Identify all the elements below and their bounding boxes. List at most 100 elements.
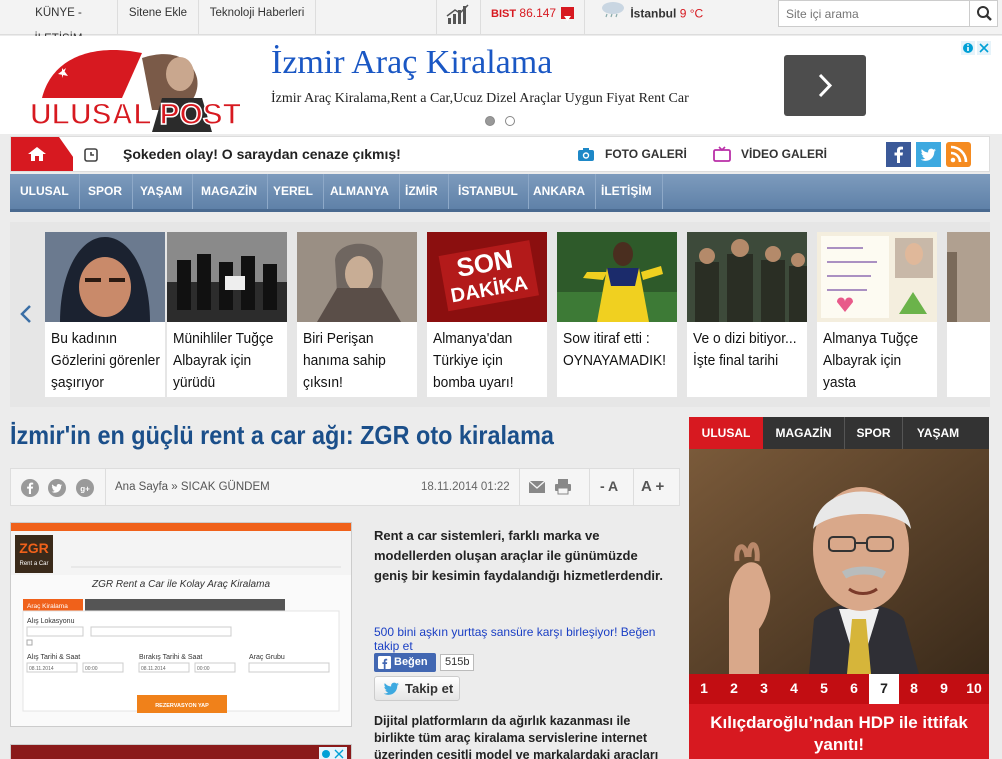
image-heading: ZGR Rent a Car ile Kolay Araç Kiralama: [91, 579, 270, 590]
down-arrow-icon: [561, 6, 575, 21]
email-icon[interactable]: [528, 480, 546, 494]
pager-4[interactable]: 4: [779, 674, 809, 704]
weather-widget[interactable]: İstanbul 9 °C: [584, 0, 778, 34]
slider-card-7[interactable]: Almanya Tuğçe Albayrak için yasta: [817, 232, 937, 397]
font-increase-button[interactable]: A +: [641, 478, 664, 495]
bist-label: BIST: [491, 8, 517, 20]
breaking-headline[interactable]: Şokeden olay! O saraydan cenaze çıkmış!: [123, 146, 401, 162]
rss-icon[interactable]: [946, 142, 971, 167]
temperature: 9 °C: [679, 6, 704, 21]
search-input[interactable]: [779, 1, 969, 26]
twitter-bird-icon: [383, 682, 399, 695]
nav-item-magazin[interactable]: MAGAZİN: [191, 174, 268, 209]
follow-promo-link[interactable]: 500 bini aşkın yurttaş sansüre karşı bir…: [374, 625, 684, 653]
video-icon: [713, 146, 731, 162]
pager-10[interactable]: 10: [959, 674, 989, 704]
bist-indicator[interactable]: BIST 86.147: [480, 0, 584, 34]
rentacar-logo-text: Rent a Car: [19, 561, 48, 567]
font-decrease-button[interactable]: - A: [600, 478, 618, 494]
breaking-news-bar: Şokeden olay! O saraydan cenaze çıkmış! …: [10, 136, 990, 172]
slider-thumb-6: [687, 232, 807, 322]
twitter-icon[interactable]: [916, 142, 941, 167]
headline-pager: 1 2 3 4 5 6 7 8 9 10: [689, 674, 989, 704]
article-image: ZGR Rent a Car ZGR Rent a Car ile Kolay …: [10, 522, 352, 727]
video-gallery-link[interactable]: VİDEO GALERİ: [741, 147, 827, 161]
tab-ulusal[interactable]: ULUSAL: [689, 417, 763, 449]
toolbar-divider: [633, 469, 634, 505]
site-logo[interactable]: ULUSAL POST: [22, 38, 246, 132]
breadcrumb-section-link[interactable]: » SICAK GÜNDEM: [171, 481, 269, 493]
pager-2[interactable]: 2: [719, 674, 749, 704]
pager-3[interactable]: 3: [749, 674, 779, 704]
headline-caption[interactable]: Kılıçdaroğlu’ndan HDP ile ittifak yanıtı…: [689, 704, 989, 759]
ad-dot-1[interactable]: [485, 116, 495, 126]
slider-prev-button[interactable]: [10, 302, 40, 326]
ad-dot-2[interactable]: [505, 116, 515, 126]
weather-cloud-icon: [599, 0, 627, 27]
ad-description[interactable]: İzmir Araç Kiralama,Rent a Car,Ucuz Dize…: [271, 91, 689, 107]
kunye-iletisim-link[interactable]: KÜNYE - İLETİŞİM: [0, 0, 118, 45]
nav-item-yerel[interactable]: YEREL: [263, 174, 325, 209]
facebook-like-button[interactable]: Beğen: [374, 653, 436, 672]
pager-5[interactable]: 5: [809, 674, 839, 704]
slider-card-6[interactable]: Ve o dizi bitiyor... İşte final tarihi: [687, 232, 807, 397]
sitene-ekle-link[interactable]: Sitene Ekle: [118, 0, 199, 34]
pager-8[interactable]: 8: [899, 674, 929, 704]
nav-item-izmir[interactable]: İZMİR: [395, 174, 449, 209]
ad-title[interactable]: İzmir Araç Kiralama: [271, 44, 552, 82]
pager-9[interactable]: 9: [929, 674, 959, 704]
toolbar-divider: [519, 469, 520, 505]
slider-card-8-partial[interactable]: [947, 232, 990, 397]
nav-item-ankara[interactable]: ANKARA: [523, 174, 596, 209]
article-toolbar: g+ Ana Sayfa » SICAK GÜNDEM 18.11.2014 0…: [10, 468, 680, 506]
photo-gallery-link[interactable]: FOTO GALERİ: [605, 147, 687, 161]
slider-thumb-3: [297, 232, 417, 322]
nav-item-almanya[interactable]: ALMANYA: [320, 174, 400, 209]
header: ULUSAL POST İzmir Araç Kiralama İzmir Ar…: [0, 36, 1002, 134]
headline-image[interactable]: [689, 449, 989, 674]
nav-item-spor[interactable]: SPOR: [78, 174, 134, 209]
teknoloji-haberleri-link[interactable]: Teknoloji Haberleri: [199, 0, 316, 34]
facebook-like-count: 515b: [440, 654, 475, 671]
nav-item-istanbul[interactable]: İSTANBUL: [448, 174, 529, 209]
share-twitter-icon[interactable]: [48, 479, 66, 497]
breadcrumb: Ana Sayfa » SICAK GÜNDEM: [115, 481, 270, 493]
share-facebook-icon[interactable]: [21, 479, 39, 497]
slider-caption-2: Münihliler Tuğçe Albayrak için yürüdü: [173, 330, 274, 391]
tab-yasam[interactable]: YAŞAM: [903, 417, 973, 449]
slider-card-3[interactable]: Biri Perişan hanıma sahip çıksın!: [297, 232, 417, 397]
print-icon[interactable]: [554, 478, 572, 495]
home-button[interactable]: [11, 137, 83, 171]
chart-icon[interactable]: [436, 0, 480, 34]
nav-item-iletisim[interactable]: İLETİŞİM: [591, 174, 663, 209]
site-search: [778, 0, 998, 27]
city-name: İstanbul: [630, 6, 677, 21]
pager-6[interactable]: 6: [839, 674, 869, 704]
top-bar: KÜNYE - İLETİŞİM Sitene Ekle Teknoloji H…: [0, 0, 1002, 45]
slider-thumb-4: SONDAKİKA: [427, 232, 547, 322]
slider-card-5[interactable]: Sow itiraf etti : OYNAYAMADIK!: [557, 232, 677, 397]
adchoices-icon[interactable]: [960, 40, 992, 56]
facebook-icon[interactable]: [886, 142, 911, 167]
image-date-value-2: 08.11.2014: [141, 666, 166, 672]
slider-caption-4: Almanya'dan Türkiye için bomba uyarı!: [433, 330, 514, 391]
tab-magazin[interactable]: MAGAZİN: [763, 417, 845, 449]
image-label-return-date: Bırakış Tarihi & Saat: [139, 654, 202, 661]
breadcrumb-home-link[interactable]: Ana Sayfa: [115, 481, 168, 493]
image-date-value-1: 08.11.2014: [29, 666, 54, 672]
pager-1[interactable]: 1: [689, 674, 719, 704]
tab-spor[interactable]: SPOR: [845, 417, 903, 449]
search-button[interactable]: [969, 1, 997, 26]
nav-item-ulusal[interactable]: ULUSAL: [10, 174, 80, 209]
twitter-follow-button[interactable]: Takip et: [374, 676, 460, 701]
share-googleplus-icon[interactable]: g+: [76, 479, 94, 497]
slider-card-4[interactable]: SON DAKİKA Almanya'dan Türkiye için bomba…: [427, 232, 547, 397]
slider-card-2[interactable]: Münihliler Tuğçe Albayrak için yürüdü: [167, 232, 287, 397]
slider-caption-5: Sow itiraf etti : OYNAYAMADIK!: [563, 330, 667, 369]
ad-next-button[interactable]: [784, 55, 866, 116]
image-label-pickup: Alış Lokasyonu: [27, 618, 75, 625]
news-slider: Bu kadının Gözlerini görenler şaşırıyor …: [10, 222, 990, 407]
slider-card-1[interactable]: Bu kadının Gözlerini görenler şaşırıyor: [45, 232, 165, 397]
nav-item-yasam[interactable]: YAŞAM: [130, 174, 194, 209]
pager-7-active[interactable]: 7: [869, 674, 899, 704]
